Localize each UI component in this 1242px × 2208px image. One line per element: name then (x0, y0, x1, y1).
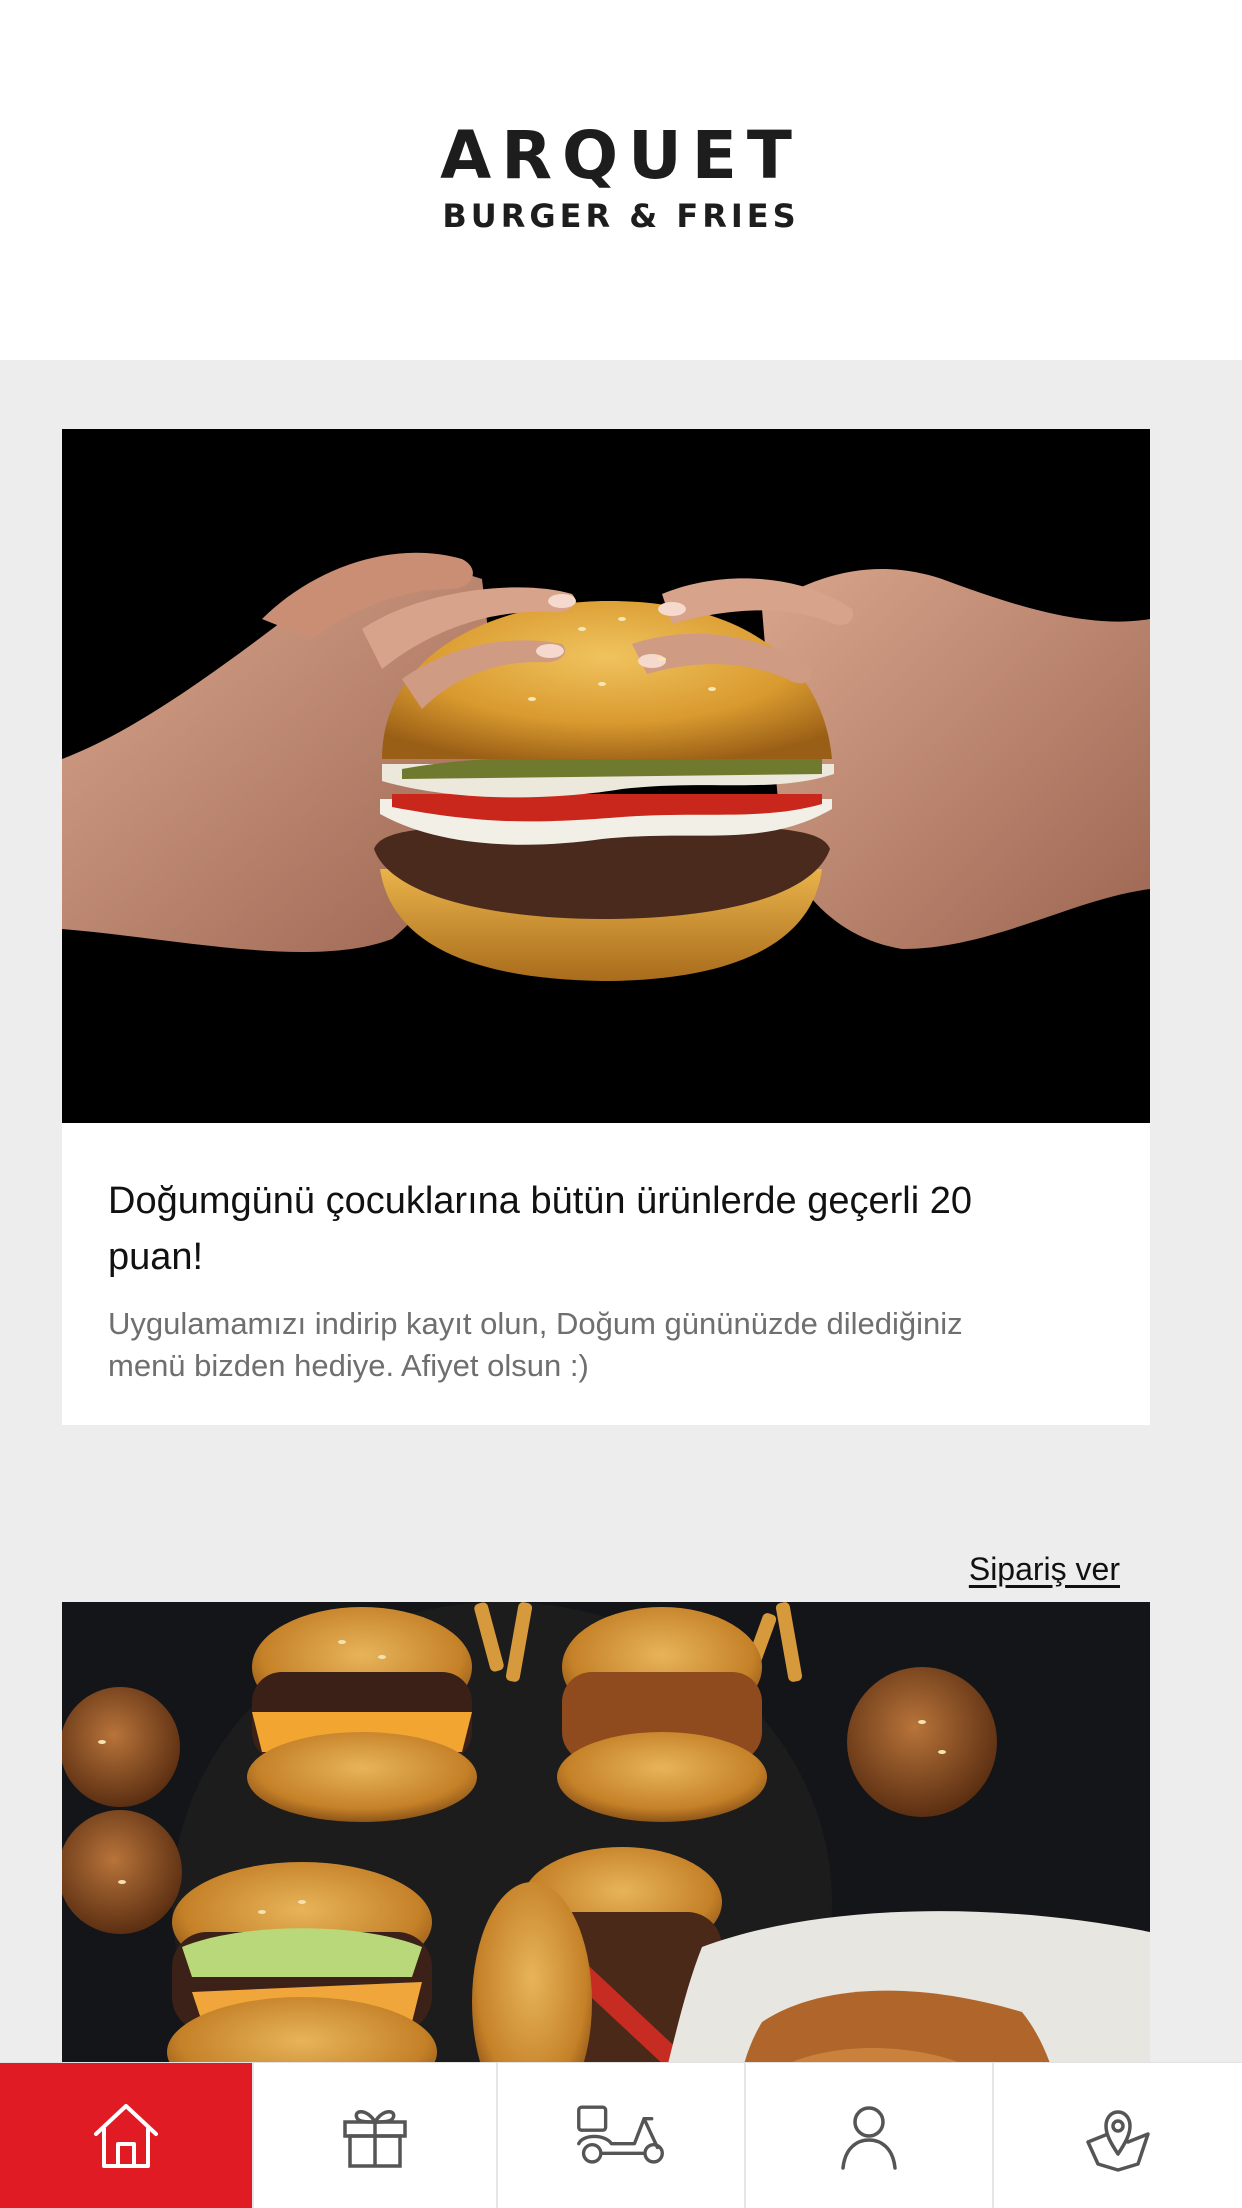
campaign-image (62, 1602, 1150, 2062)
campaign-card[interactable] (62, 1602, 1150, 2062)
home-icon (94, 2104, 158, 2168)
burgers-and-fried-chicken-photo (62, 1602, 1150, 2062)
campaign-image (62, 429, 1150, 1123)
user-icon (841, 2106, 897, 2170)
campaign-feed[interactable]: Doğumgünü çocuklarına bütün ürünlerde ge… (0, 360, 1242, 2062)
burger-held-in-hands-photo (62, 429, 1150, 1123)
campaign-description: Uygulamamızı indirip kayıt olun, Doğum g… (108, 1306, 963, 1383)
campaign-card-body: Doğumgünü çocuklarına bütün ürünlerde ge… (62, 1123, 1150, 1425)
brand-logo: ARQUET BURGER & FRIES (0, 118, 1242, 236)
delivery-scooter-icon (577, 2105, 664, 2164)
app-header: ARQUET BURGER & FRIES (0, 0, 1242, 360)
order-link[interactable]: Sipariş ver (969, 1551, 1120, 1588)
location-pin-icon (1086, 2110, 1150, 2172)
gift-icon (343, 2110, 407, 2168)
tab-profile[interactable] (744, 2063, 992, 2208)
tab-gifts[interactable] (252, 2063, 496, 2208)
tab-locations[interactable] (992, 2063, 1242, 2208)
bottom-tab-bar (0, 2062, 1242, 2208)
campaign-title: Doğumgünü çocuklarına bütün ürünlerde ge… (108, 1180, 972, 1278)
campaign-card[interactable]: Doğumgünü çocuklarına bütün ürünlerde ge… (62, 429, 1150, 1587)
tab-home[interactable] (0, 2063, 252, 2208)
logo-main-text: ARQUET (440, 117, 802, 194)
tab-delivery[interactable] (496, 2063, 744, 2208)
logo-sub-text: BURGER & FRIES (442, 197, 800, 235)
